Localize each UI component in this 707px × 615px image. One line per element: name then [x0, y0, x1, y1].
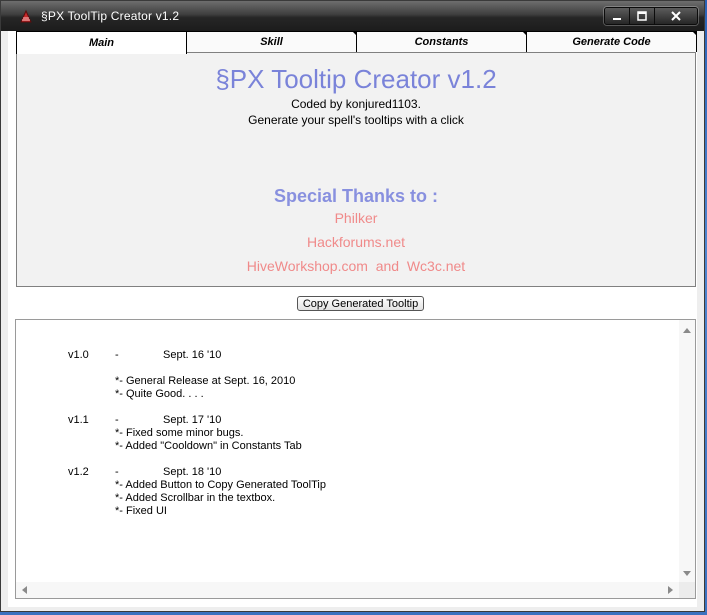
changelog-note: *- Fixed UI	[115, 505, 167, 517]
main-tab-panel: §PX Tooltip Creator v1.2 Coded by konjur…	[16, 52, 696, 287]
app-title-heading: §PX Tooltip Creator v1.2	[215, 64, 497, 94]
version-date: Sept. 17 '10	[163, 414, 222, 426]
close-icon	[671, 11, 681, 21]
changelog-note: *- Added Button to Copy Generated ToolTi…	[115, 479, 326, 491]
version-dash: -	[115, 414, 119, 426]
minimize-button[interactable]	[605, 8, 629, 24]
thanks-item: Philker	[334, 210, 378, 226]
tab-skill[interactable]: Skill	[186, 31, 357, 52]
version-dash: -	[115, 466, 119, 478]
maximize-icon	[637, 11, 647, 21]
thanks-item: HiveWorkshop.com and Wc3c.net	[246, 258, 466, 274]
version-dash: -	[115, 349, 119, 361]
version-label: v1.0	[68, 349, 89, 361]
tab-generate-code[interactable]: Generate Code	[526, 31, 697, 52]
changelog-note: *- Added Scrollbar in the textbox.	[115, 492, 276, 504]
version-label: v1.1	[68, 414, 89, 426]
tab-main[interactable]: Main	[16, 31, 187, 54]
version-date: Sept. 18 '10	[163, 466, 222, 478]
scroll-down-icon[interactable]	[683, 571, 691, 576]
tab-constants[interactable]: Constants	[356, 31, 527, 52]
tab-constants-label: Constants	[414, 36, 469, 48]
scroll-left-icon[interactable]	[22, 586, 27, 594]
scroll-up-icon[interactable]	[683, 328, 691, 333]
title-bar[interactable]: §PX ToolTip Creator v1.2	[1, 1, 704, 31]
app-window: §PX ToolTip Creator v1.2 Main Skill Cons…	[0, 0, 705, 612]
special-thanks-heading: Special Thanks to :	[273, 186, 439, 206]
client-area: Main Skill Constants Generate Code §PX T…	[8, 31, 697, 607]
tab-main-label: Main	[88, 37, 115, 49]
horizontal-scrollbar[interactable]	[16, 582, 679, 598]
changelog-note: *- Fixed some minor bugs.	[115, 427, 244, 439]
changelog-note: *- Quite Good. . . .	[115, 388, 204, 400]
thanks-item: Hackforums.net	[306, 234, 406, 250]
app-icon	[20, 9, 32, 23]
version-label: v1.2	[68, 466, 89, 478]
close-button[interactable]	[654, 8, 697, 24]
copy-generated-tooltip-button[interactable]: Copy Generated Tooltip	[297, 296, 424, 311]
changelog-note: *- Added "Cooldown" in Constants Tab	[115, 440, 302, 452]
tab-strip: Main Skill Constants Generate Code	[16, 31, 697, 54]
maximize-button[interactable]	[629, 8, 654, 24]
version-date: Sept. 16 '10	[163, 349, 222, 361]
window-controls	[604, 7, 698, 25]
scroll-right-icon[interactable]	[668, 586, 673, 594]
minimize-icon	[613, 18, 621, 20]
author-credit: Coded by konjured1103.	[291, 97, 421, 111]
changelog-note: *- General Release at Sept. 16, 2010	[115, 375, 296, 387]
tab-skill-label: Skill	[260, 36, 283, 48]
scrollbar-corner	[679, 582, 695, 598]
changelog-textbox[interactable]: v1.0 - Sept. 16 '10 *- General Release a…	[15, 319, 696, 599]
changelog-content: v1.0 - Sept. 16 '10 *- General Release a…	[16, 320, 679, 582]
vertical-scrollbar[interactable]	[679, 320, 695, 582]
tab-generate-code-label: Generate Code	[572, 36, 651, 48]
tagline: Generate your spell's tooltips with a cl…	[248, 113, 464, 127]
window-title: §PX ToolTip Creator v1.2	[41, 9, 180, 23]
